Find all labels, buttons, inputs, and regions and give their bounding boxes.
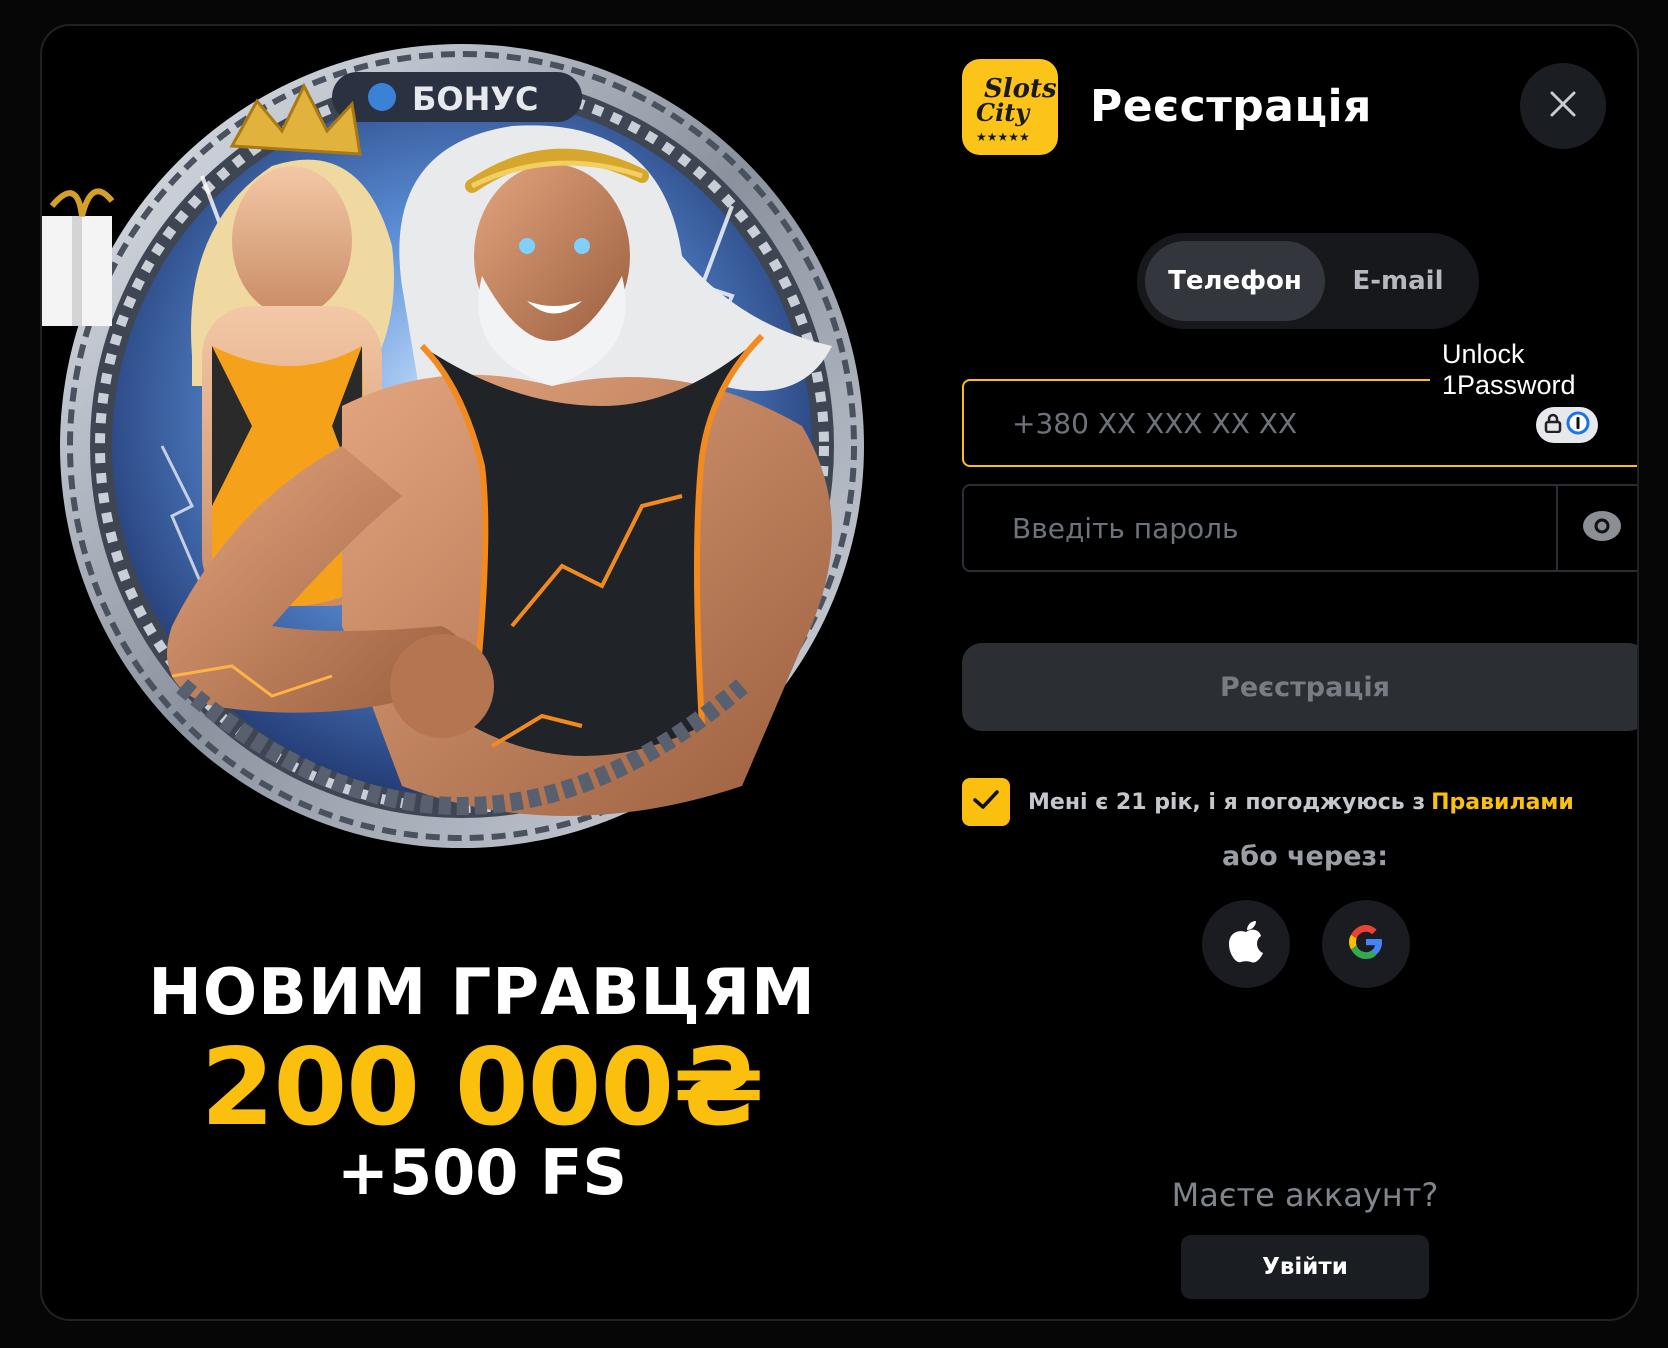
google-icon <box>1346 922 1386 966</box>
promo-panel: БОНУС НОВИМ ГРАВЦЯМ 200 000₴ +500 FS <box>42 26 922 1319</box>
lock-icon <box>1544 413 1562 437</box>
apple-icon <box>1227 920 1265 968</box>
registration-modal: БОНУС НОВИМ ГРАВЦЯМ 200 000₴ +500 FS Slo… <box>40 24 1639 1321</box>
tab-email[interactable]: E-mail <box>1325 241 1471 321</box>
page-title: Реєстрація <box>1090 81 1372 132</box>
have-account-label: Маєте аккаунт? <box>1171 1176 1439 1214</box>
logo-stars: ★★★★★ <box>976 130 1030 144</box>
promo-amount: 200 000₴ <box>200 1026 765 1149</box>
registration-form: Slots City ★★★★★ Реєстрація Телефон E-ma… <box>922 26 1637 1319</box>
toggle-password-visibility-button[interactable] <box>1556 486 1637 570</box>
onepassword-icon <box>1566 411 1590 439</box>
consent-row: Мені є 21 рік, і я погоджуюсь з Правилам… <box>962 778 1574 826</box>
promo-free-spins: +500 FS <box>337 1136 627 1209</box>
logo-text-line2: City <box>976 98 1031 127</box>
onepassword-button[interactable] <box>1536 407 1598 443</box>
check-icon <box>972 789 1000 815</box>
age-consent-checkbox[interactable] <box>962 778 1010 826</box>
google-signin-button[interactable] <box>1322 900 1410 988</box>
password-input[interactable] <box>964 485 1637 571</box>
promo-badge-text: БОНУС <box>412 80 539 118</box>
signup-method-tabs: Телефон E-mail <box>1137 233 1479 329</box>
login-button[interactable]: Увійти <box>1181 1235 1429 1299</box>
password-field <box>962 484 1637 572</box>
register-button[interactable]: Реєстрація <box>962 643 1637 731</box>
rules-link[interactable]: Правилами <box>1431 790 1574 815</box>
password-manager-tooltip[interactable]: Unlock 1Password <box>1430 334 1637 406</box>
consent-text: Мені є 21 рік, і я погоджуюсь з <box>1028 789 1426 815</box>
promo-headline: НОВИМ ГРАВЦЯМ <box>148 956 816 1030</box>
promo-medallion: БОНУС <box>42 26 922 886</box>
close-icon <box>1550 91 1576 121</box>
or-via-label: або через: <box>1222 841 1388 872</box>
close-button[interactable] <box>1520 63 1606 149</box>
apple-signin-button[interactable] <box>1202 900 1290 988</box>
slots-city-logo: Slots City ★★★★★ <box>962 59 1058 155</box>
eye-icon <box>1582 509 1622 547</box>
tab-phone[interactable]: Телефон <box>1145 241 1325 321</box>
